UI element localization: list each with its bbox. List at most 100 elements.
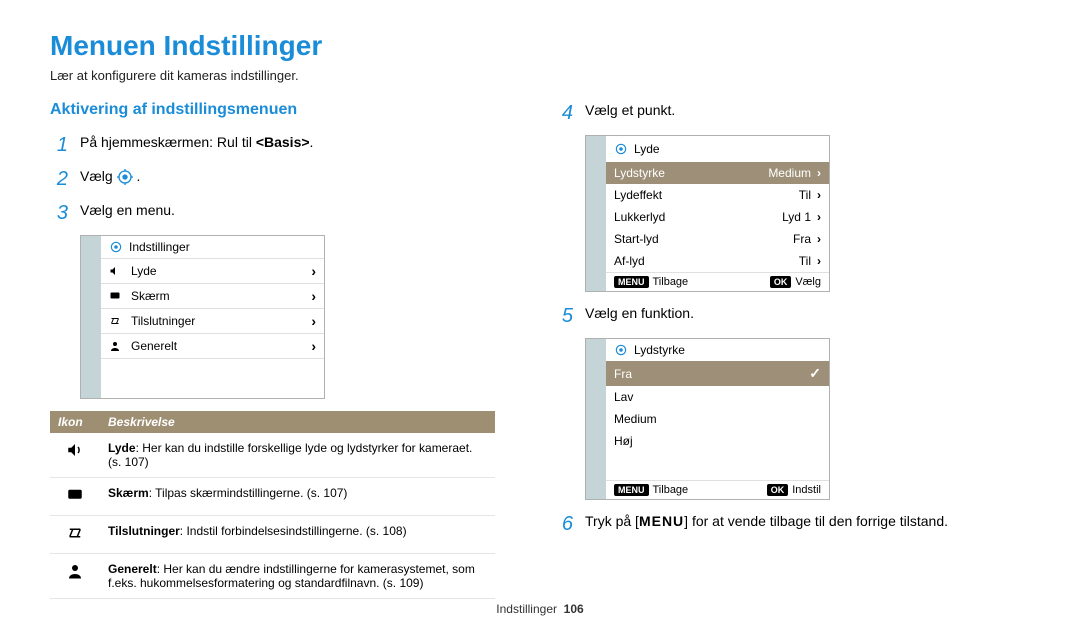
step-2-pre: Vælg	[80, 168, 117, 184]
table-row: Tilslutninger: Indstil forbindelsesindst…	[50, 516, 495, 554]
list-item: Lydstyrke Medium ›	[606, 162, 829, 184]
connections-icon	[109, 315, 123, 327]
step-1-bold: <Basis>	[256, 134, 310, 150]
step-3-text: Vælg en menu.	[80, 201, 525, 221]
menu-tag: MENU	[614, 276, 649, 288]
speaker-icon	[66, 441, 84, 462]
step-1-post: .	[310, 134, 314, 150]
list-item-label: Tilslutninger	[131, 314, 195, 328]
page-footer: Indstillinger 106	[0, 602, 1080, 616]
step-number-3: 3	[50, 201, 68, 225]
screen5-header: Lydstyrke	[606, 339, 829, 361]
list-item: Start-lyd Fra ›	[606, 228, 829, 250]
gear-icon	[614, 343, 628, 357]
list-item-label: Lav	[614, 390, 633, 404]
display-icon	[66, 486, 84, 507]
list-item: Tilslutninger ›	[101, 308, 324, 333]
step-2-text: Vælg .	[80, 167, 525, 187]
step-number-6: 6	[555, 512, 573, 536]
table-row: Lyde: Her kan du indstille forskellige l…	[50, 433, 495, 478]
check-icon: ✓	[809, 365, 821, 382]
table-row-desc: : Her kan du indstille forskellige lyde …	[108, 441, 472, 469]
list-item: Fra ✓	[606, 361, 829, 386]
list-item-value: Til	[799, 188, 811, 202]
list-item: LydeffektTil›	[606, 184, 829, 206]
table-row-name: Generelt	[108, 562, 157, 576]
screen3-title: Indstillinger	[129, 240, 190, 254]
step-2-post: .	[136, 168, 140, 184]
list-item: Skærm ›	[101, 283, 324, 308]
chevron-right-icon: ›	[311, 313, 316, 329]
chevron-right-icon: ›	[817, 232, 821, 246]
list-item-label: Lydeffekt	[614, 188, 662, 202]
list-item-label: Start-lyd	[614, 232, 659, 246]
list-item: Lukkerlyd Lyd 1 ›	[606, 206, 829, 228]
screen-sidebar-strip	[586, 136, 606, 291]
step-number-1: 1	[50, 133, 68, 157]
page-title: Menuen Indstillinger	[50, 30, 1030, 62]
chevron-right-icon: ›	[311, 338, 316, 354]
table-row: Generelt: Her kan du ændre indstillinger…	[50, 554, 495, 599]
table-header-icon: Ikon	[50, 411, 100, 433]
footer-back-label: Tilbage	[653, 484, 689, 496]
screen5-title: Lydstyrke	[634, 343, 685, 357]
ok-tag: OK	[770, 276, 792, 288]
gear-icon	[614, 142, 628, 156]
footer-back-label: Tilbage	[653, 276, 689, 288]
table-row-name: Skærm	[108, 486, 149, 500]
step-6-text: Tryk på [MENU] for at vende tilbage til …	[585, 512, 1030, 532]
table-row-name: Tilslutninger	[108, 524, 180, 538]
list-item-label: Lydstyrke	[614, 166, 665, 180]
screen3-header: Indstillinger	[101, 236, 324, 258]
chevron-right-icon: ›	[817, 254, 821, 268]
table-row-desc: : Indstil forbindelsesindstillingerne. (…	[180, 524, 407, 538]
list-item-label: Skærm	[131, 289, 170, 303]
list-item-label: Af-lyd	[614, 254, 645, 268]
list-item-label: Høj	[614, 434, 633, 448]
screen4-header: Lyde	[606, 136, 829, 162]
icon-description-table: Ikon Beskrivelse Lyde: Her kan du indsti…	[50, 411, 495, 599]
step-5-text: Vælg en funktion.	[585, 304, 1030, 324]
screen-sidebar-strip	[81, 236, 101, 398]
chevron-right-icon: ›	[311, 288, 316, 304]
table-row: Skærm: Tilpas skærmindstillingerne. (s. …	[50, 478, 495, 516]
footer-select-label: Vælg	[795, 276, 821, 288]
list-item: Af-lydTil›	[606, 250, 829, 272]
list-item-label: Generelt	[131, 339, 177, 353]
list-item-label: Fra	[614, 367, 632, 381]
list-item-value: Medium	[768, 166, 811, 180]
list-item: Lav	[606, 386, 829, 408]
gear-icon	[117, 169, 133, 185]
camera-screen-menus: Indstillinger Lyde › Skærm ›	[80, 235, 325, 399]
footer-select-label: Indstil	[792, 484, 821, 496]
footer-page-number: 106	[564, 602, 584, 616]
camera-screen-volume: Lydstyrke Fra ✓ Lav Medium Høj MENU Tilba…	[585, 338, 830, 500]
page-subtitle: Lær at konfigurere dit kameras indstilli…	[50, 68, 1030, 83]
screen-sidebar-strip	[586, 339, 606, 499]
step-6-post: ] for at vende tilbage til den forrige t…	[684, 513, 948, 529]
table-row-desc: : Tilpas skærmindstillingerne. (s. 107)	[149, 486, 348, 500]
list-item-label: Medium	[614, 412, 657, 426]
step-1-text: På hjemmeskærmen: Rul til <Basis>.	[80, 133, 525, 153]
list-item: Generelt ›	[101, 333, 324, 358]
speaker-icon	[109, 265, 123, 277]
list-item-value: Lyd 1	[782, 210, 811, 224]
step-number-2: 2	[50, 167, 68, 191]
menu-key-label: MENU	[639, 513, 684, 529]
screen4-footer: MENU Tilbage OK Vælg	[606, 272, 829, 291]
table-row-name: Lyde	[108, 441, 136, 455]
list-item: Høj	[606, 430, 829, 452]
list-item-label: Lukkerlyd	[614, 210, 665, 224]
list-item-label: Lyde	[131, 264, 157, 278]
section-heading: Aktivering af indstillingsmenuen	[50, 101, 525, 119]
screen5-footer: MENU Tilbage OK Indstil	[606, 480, 829, 499]
menu-tag: MENU	[614, 484, 649, 496]
connections-icon	[66, 524, 84, 545]
chevron-right-icon: ›	[817, 210, 821, 224]
step-1-pre: På hjemmeskærmen: Rul til	[80, 134, 256, 150]
list-item-value: Fra	[793, 232, 811, 246]
table-header-desc: Beskrivelse	[100, 411, 495, 433]
list-item: Medium	[606, 408, 829, 430]
table-row-desc: : Her kan du ændre indstillingerne for k…	[108, 562, 475, 590]
chevron-right-icon: ›	[817, 166, 821, 180]
